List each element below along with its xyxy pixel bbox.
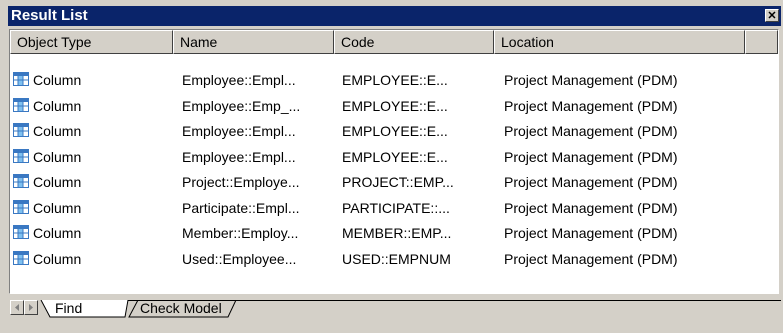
table-row[interactable]: Column Participate::Empl... PARTICIPATE::.…	[10, 197, 778, 220]
tab-scroll-right-button[interactable]	[24, 300, 38, 315]
cell-code: EMPLOYEE::E...	[342, 148, 448, 165]
column-icon	[13, 174, 29, 189]
cell-name: Employee::Empl...	[182, 123, 296, 139]
column-icon	[13, 97, 29, 112]
cell-location: Project Management (PDM)	[504, 225, 678, 241]
cell-object-type: Column	[13, 248, 171, 271]
table-row[interactable]: Column Member::Employ... MEMBER::EMP... Pro…	[10, 222, 778, 245]
arrow-right-icon	[29, 304, 33, 311]
column-icon	[13, 199, 29, 214]
column-icon	[13, 123, 29, 138]
cell-code: EMPLOYEE::E...	[342, 123, 448, 139]
cell-code: EMPLOYEE::E...	[342, 72, 448, 88]
object-type-text: Column	[33, 123, 82, 139]
column-icon	[13, 250, 29, 265]
cell-code: MEMBER::EMP...	[342, 225, 452, 241]
cell-location: Project Management (PDM)	[504, 72, 678, 88]
cell-code: PROJECT::EMP...	[342, 174, 454, 190]
cell-name: Project::Employe...	[182, 174, 300, 190]
column-icon	[13, 72, 29, 87]
result-list[interactable]: Object Type Name Code Location Column Emp…	[9, 29, 779, 294]
result-list-window: Result List ✕ Object Type Name Code Loca…	[8, 6, 781, 331]
table-row[interactable]: Column Employee::Empl... EMPLOYEE::E... Pro…	[10, 120, 778, 143]
table-row[interactable]: Column Employee::Emp_... EMPLOYEE::E... Pro…	[10, 95, 778, 118]
cell-object-type: Column	[13, 171, 171, 194]
cell-name: Employee::Empl...	[182, 72, 296, 88]
column-header-location[interactable]: Location	[494, 30, 745, 54]
column-icon	[13, 225, 29, 240]
table-row[interactable]: Column Project::Employe... PROJECT::EMP...…	[10, 171, 778, 194]
column-header-name[interactable]: Name	[173, 30, 334, 54]
cell-name: Participate::Empl...	[182, 199, 300, 216]
cell-object-type: Column	[13, 69, 171, 92]
tab-bar: Find Check Model	[8, 296, 781, 318]
table-row[interactable]: Column Employee::Empl... EMPLOYEE::E... Pro…	[10, 146, 778, 169]
object-type-text: Column	[33, 199, 82, 216]
window-title: Result List	[11, 7, 88, 24]
tab-scroll-left-button[interactable]	[10, 300, 24, 315]
object-type-text: Column	[33, 97, 82, 114]
table-row[interactable]: Column Used::Employee... USED::EMPNUM Proje…	[10, 248, 778, 271]
cell-object-type: Column	[13, 222, 171, 245]
cell-location: Project Management (PDM)	[504, 148, 678, 165]
column-icon	[13, 148, 29, 163]
cell-object-type: Column	[13, 197, 171, 220]
object-type-text: Column	[33, 174, 82, 190]
object-type-text: Column	[33, 250, 82, 267]
cell-location: Project Management (PDM)	[504, 250, 678, 267]
object-type-text: Column	[33, 225, 82, 241]
arrow-left-icon	[15, 304, 19, 311]
cell-object-type: Column	[13, 146, 171, 169]
cell-object-type: Column	[13, 95, 171, 118]
tab-check-model[interactable]: Check Model	[140, 300, 222, 318]
tab-find[interactable]: Find	[55, 300, 82, 318]
object-type-text: Column	[33, 72, 82, 88]
cell-location: Project Management (PDM)	[504, 97, 678, 114]
column-header-row: Object Type Name Code Location	[10, 30, 778, 54]
cell-name: Employee::Emp_...	[182, 97, 301, 114]
close-icon: ✕	[767, 10, 777, 22]
column-header-code[interactable]: Code	[334, 30, 494, 54]
cell-name: Member::Employ...	[182, 225, 299, 241]
table-row[interactable]: Column Employee::Empl... EMPLOYEE::E... Pro…	[10, 69, 778, 92]
column-header-filler	[745, 30, 778, 54]
cell-code: EMPLOYEE::E...	[342, 97, 448, 114]
column-header-object-type[interactable]: Object Type	[10, 30, 173, 54]
cell-location: Project Management (PDM)	[504, 174, 678, 190]
cell-code: PARTICIPATE::...	[342, 199, 450, 216]
cell-code: USED::EMPNUM	[342, 250, 451, 267]
close-button[interactable]: ✕	[765, 9, 779, 22]
cell-location: Project Management (PDM)	[504, 123, 678, 139]
cell-name: Employee::Empl...	[182, 148, 296, 165]
cell-object-type: Column	[13, 120, 171, 143]
object-type-text: Column	[33, 148, 82, 165]
title-bar[interactable]: Result List ✕	[8, 6, 781, 26]
cell-name: Used::Employee...	[182, 250, 297, 267]
cell-location: Project Management (PDM)	[504, 199, 678, 216]
